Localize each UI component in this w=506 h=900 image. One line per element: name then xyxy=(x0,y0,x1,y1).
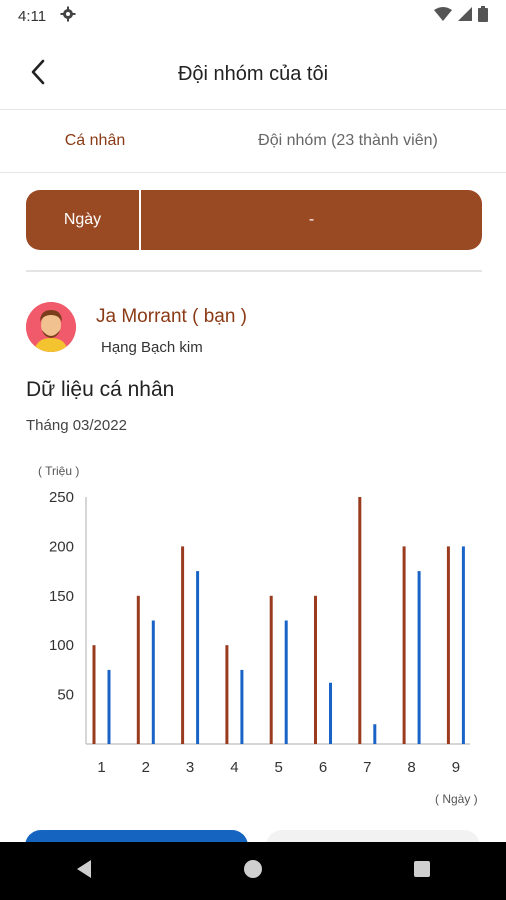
x-unit-label: ( Ngày ) xyxy=(435,792,478,806)
section-month: Tháng 03/2022 xyxy=(26,417,127,434)
user-name: Ja Morrant ( bạn ) xyxy=(96,306,247,327)
chart-bar xyxy=(461,546,465,744)
wifi-icon xyxy=(434,7,452,25)
app-bar: Đội nhóm của tôi xyxy=(0,40,506,108)
system-nav-bar xyxy=(0,842,506,900)
tab-team[interactable]: Đội nhóm (23 thành viên) xyxy=(190,110,506,172)
y-tick-label: 50 xyxy=(57,687,74,704)
chart-bar xyxy=(358,497,362,744)
x-tick-label: 4 xyxy=(230,759,238,776)
gear-icon xyxy=(60,6,76,26)
chevron-left-icon xyxy=(30,59,46,90)
home-circle-icon xyxy=(243,859,263,884)
chart-bar xyxy=(151,620,155,744)
x-tick-label: 7 xyxy=(363,759,371,776)
chart-bar xyxy=(92,645,96,744)
period-value-button[interactable]: - xyxy=(141,190,482,250)
x-tick-label: 1 xyxy=(97,759,105,776)
x-tick-label: 5 xyxy=(275,759,283,776)
period-type-button[interactable]: Ngày xyxy=(26,190,141,250)
bar-chart: ( Triệu ) ( Ngày ) 50 100 150 200 250 1 2 3 4 5 6 7 8 9 xyxy=(38,464,478,806)
user-profile: Ja Morrant ( bạn ) Hạng Bạch kim xyxy=(26,302,482,358)
chart-bar xyxy=(417,571,421,744)
chart-bar xyxy=(225,645,229,744)
x-tick-label: 3 xyxy=(186,759,194,776)
battery-icon xyxy=(478,6,488,26)
recents-square-icon xyxy=(413,860,431,883)
status-bar: 4:11 xyxy=(0,0,506,32)
nav-back-button[interactable] xyxy=(64,851,104,891)
chart-bar xyxy=(181,546,185,744)
chart-bar xyxy=(196,571,200,744)
y-tick-label: 250 xyxy=(49,489,74,506)
status-time: 4:11 xyxy=(18,7,47,25)
nav-home-button[interactable] xyxy=(233,851,273,891)
tab-bar: Cá nhân Đội nhóm (23 thành viên) xyxy=(0,110,506,172)
back-button[interactable] xyxy=(22,58,54,90)
y-tick-label: 100 xyxy=(49,637,74,654)
x-tick-label: 9 xyxy=(452,759,460,776)
nav-recents-button[interactable] xyxy=(402,851,442,891)
chart-bar xyxy=(373,724,377,744)
chart-bar xyxy=(314,595,317,744)
chart-bar xyxy=(284,620,288,744)
y-unit-label: ( Triệu ) xyxy=(38,464,79,478)
tab-personal[interactable]: Cá nhân xyxy=(0,110,190,172)
x-tick-label: 8 xyxy=(407,759,415,776)
chart-bar xyxy=(240,669,244,744)
signal-icon xyxy=(458,7,472,25)
section-title: Dữ liệu cá nhân xyxy=(26,378,175,401)
y-tick-label: 150 xyxy=(49,588,74,605)
chart-bar xyxy=(402,546,406,744)
avatar xyxy=(26,302,76,352)
chart-bar xyxy=(269,595,273,744)
chart-bar xyxy=(329,682,332,744)
chart-bar xyxy=(107,669,111,744)
back-triangle-icon xyxy=(75,859,93,884)
chart-bar xyxy=(136,595,140,744)
chart-bar xyxy=(446,546,450,744)
period-selector: Ngày - xyxy=(26,190,482,250)
x-tick-label: 6 xyxy=(319,759,327,776)
x-tick-label: 2 xyxy=(142,759,150,776)
status-left: 4:11 xyxy=(18,6,76,26)
user-rank: Hạng Bạch kim xyxy=(101,339,203,356)
y-tick-label: 200 xyxy=(49,538,74,555)
section-divider xyxy=(26,270,482,272)
status-right xyxy=(434,6,488,26)
page-title: Đội nhóm của tôi xyxy=(177,62,329,85)
tabs-divider xyxy=(0,172,506,173)
